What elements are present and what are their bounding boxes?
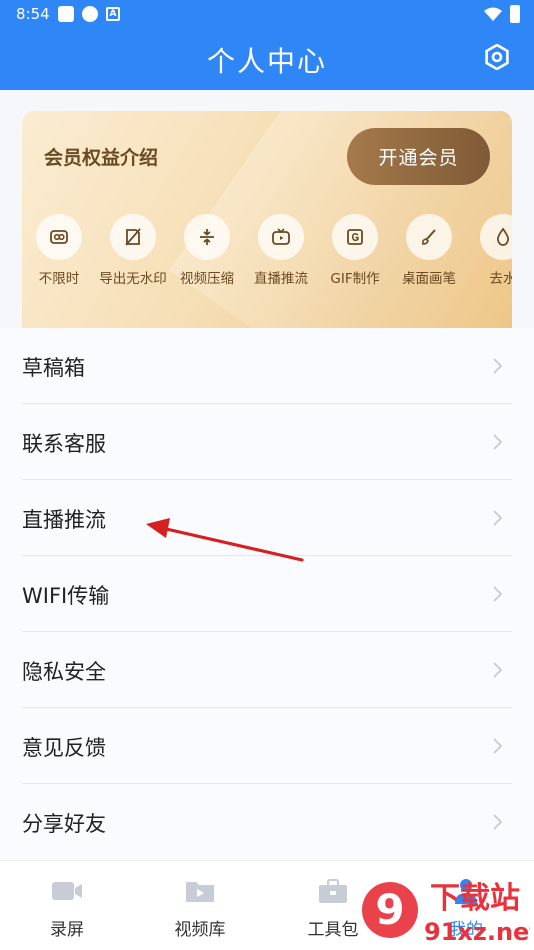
gif-icon (347, 229, 363, 245)
menu-item-feedback[interactable]: 意见反馈 (0, 708, 534, 784)
menu-item-privacy-security[interactable]: 隐私安全 (0, 632, 534, 708)
feature-label: 不限时 (38, 271, 80, 287)
menu-item-label: 直播推流 (22, 508, 106, 532)
status-bar: 8:54 A (0, 0, 534, 28)
video-camera-icon (52, 882, 82, 900)
settings-gear-icon[interactable] (484, 44, 510, 70)
chevron-right-icon (493, 434, 502, 450)
menu-item-label: 隐私安全 (22, 660, 106, 684)
feature-label: 视频压缩 (180, 271, 234, 287)
member-card-title: 会员权益介绍 (44, 147, 159, 169)
no-watermark-icon (125, 228, 141, 246)
wifi-icon (484, 7, 502, 21)
brush-icon (422, 229, 436, 245)
menu-item-live-stream[interactable]: 直播推流 (0, 480, 534, 556)
feature-label: 桌面画笔 (402, 271, 456, 287)
water-drop-icon (496, 227, 510, 246)
page-title: 个人中心 (206, 45, 327, 78)
settings-menu-list: 草稿箱 联系客服 直播推流 WIFI传输 隐私安全 意见反馈 分享好友 (0, 328, 534, 860)
chevron-right-icon (493, 738, 502, 754)
compress-icon (200, 229, 214, 245)
menu-item-label: 分享好友 (22, 812, 106, 836)
feature-gif-maker[interactable]: GIF制作 (318, 214, 392, 287)
status-notification-icons: A (58, 6, 120, 22)
user-icon (455, 879, 477, 904)
battery-icon (510, 5, 520, 23)
feature-unlimited[interactable]: 不限时 (22, 214, 96, 287)
chevron-right-icon (493, 814, 502, 830)
tab-mine[interactable]: 我的 (416, 877, 516, 940)
feature-video-compress[interactable]: 视频压缩 (170, 214, 244, 287)
toolbox-icon (319, 879, 347, 903)
tab-toolbox[interactable]: 工具包 (283, 877, 383, 940)
feature-label: 导出无水印 (99, 271, 167, 287)
feature-no-watermark[interactable]: 导出无水印 (96, 214, 170, 287)
feature-label: 直播推流 (254, 271, 308, 287)
feature-live-stream[interactable]: 直播推流 (244, 214, 318, 287)
notification-a-icon: A (106, 7, 120, 21)
chevron-right-icon (493, 358, 502, 374)
video-folder-icon (186, 882, 214, 902)
menu-item-drafts[interactable]: 草稿箱 (0, 328, 534, 404)
menu-item-customer-service[interactable]: 联系客服 (0, 404, 534, 480)
notification-circle-icon (82, 6, 98, 22)
status-time: 8:54 (16, 5, 50, 23)
tv-play-icon (272, 228, 290, 245)
tab-video-library[interactable]: 视频库 (150, 877, 250, 940)
menu-item-label: WIFI传输 (22, 584, 110, 608)
tab-label: 我的 (449, 920, 483, 940)
infinity-icon (50, 230, 68, 244)
feature-label: 去水 (489, 271, 513, 287)
feature-remove-watermark[interactable]: 去水 (466, 214, 512, 287)
app-header: 8:54 A 个人中心 (0, 0, 534, 90)
menu-item-label: 联系客服 (22, 432, 106, 456)
member-feature-list: 不限时 导出无水印 视频压缩 直播推流 GIF制作 桌面画笔 去水 (22, 214, 512, 294)
menu-item-share-friends[interactable]: 分享好友 (0, 784, 534, 860)
feature-label: GIF制作 (330, 271, 380, 287)
menu-item-wifi-transfer[interactable]: WIFI传输 (0, 556, 534, 632)
tab-record[interactable]: 录屏 (17, 877, 117, 940)
feature-desktop-brush[interactable]: 桌面画笔 (392, 214, 466, 287)
member-benefits-card: 会员权益介绍 开通会员 不限时 导出无水印 视频压缩 直播推流 GIF制作 桌面… (22, 111, 512, 328)
chevron-right-icon (493, 510, 502, 526)
menu-item-label: 草稿箱 (22, 356, 85, 380)
open-membership-button[interactable]: 开通会员 (347, 128, 490, 185)
tab-label: 工具包 (307, 920, 359, 940)
tab-label: 录屏 (50, 920, 84, 940)
chevron-right-icon (493, 586, 502, 602)
notification-square-icon (58, 6, 74, 22)
bottom-navigation: 录屏 视频库 工具包 我的 (0, 860, 534, 950)
chevron-right-icon (493, 662, 502, 678)
menu-item-label: 意见反馈 (22, 736, 106, 760)
tab-label: 视频库 (174, 920, 226, 940)
